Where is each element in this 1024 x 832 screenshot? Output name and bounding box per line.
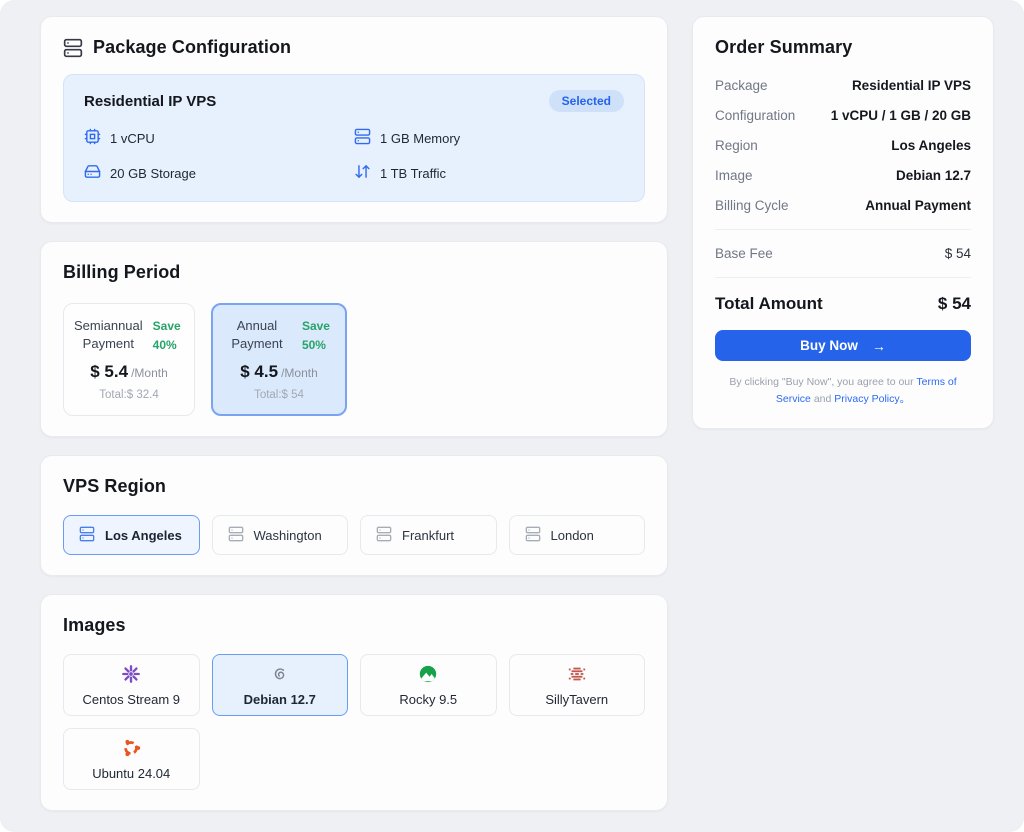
server-icon <box>63 38 83 58</box>
billing-option-semiannual[interactable]: Semiannual Payment Save 40% $ 5.4/Month … <box>63 303 195 416</box>
rocky-logo-icon <box>418 664 438 687</box>
billing-option-name: Annual Payment <box>222 317 292 353</box>
summary-label: Package <box>715 78 768 93</box>
server-icon <box>525 526 541 545</box>
images-card: Images Centos Stream 9 Debian 12.7 <box>40 594 668 811</box>
billing-total: Total:$ 54 <box>222 389 336 401</box>
summary-row-region: Region Los Angeles <box>715 138 971 153</box>
centos-logo-icon <box>121 664 141 687</box>
server-icon <box>228 526 244 545</box>
billing-save-badge: Save 50% <box>302 317 336 354</box>
spec-label: 1 TB Traffic <box>380 166 446 181</box>
region-button-frankfurt[interactable]: Frankfurt <box>360 515 497 555</box>
summary-value: Residential IP VPS <box>852 78 971 93</box>
base-fee-row: Base Fee $ 54 <box>715 246 971 261</box>
selected-badge: Selected <box>549 90 624 112</box>
terms-footnote: By clicking "Buy Now", you agree to our … <box>715 374 971 408</box>
image-label: Centos Stream 9 <box>82 692 180 707</box>
region-button-washington[interactable]: Washington <box>212 515 349 555</box>
vps-region-card: VPS Region Los Angeles Washington Frankf… <box>40 455 668 576</box>
privacy-policy-link[interactable]: Privacy Policy <box>834 393 899 405</box>
image-button-centos[interactable]: Centos Stream 9 <box>63 654 200 716</box>
region-label: London <box>551 528 594 543</box>
ubuntu-logo-icon <box>121 738 141 761</box>
image-button-ubuntu[interactable]: Ubuntu 24.04 <box>63 728 200 790</box>
summary-label: Billing Cycle <box>715 198 789 213</box>
billing-option-annual[interactable]: Annual Payment Save 50% $ 4.5/Month Tota… <box>211 303 347 416</box>
images-title: Images <box>63 615 645 636</box>
package-name: Residential IP VPS <box>84 93 216 110</box>
summary-value: 1 vCPU / 1 GB / 20 GB <box>831 108 971 123</box>
summary-label: Image <box>715 168 753 183</box>
order-summary-card: Order Summary Package Residential IP VPS… <box>692 16 994 429</box>
billing-price: $ 5.4/Month <box>74 362 184 382</box>
package-configuration-title: Package Configuration <box>93 37 291 58</box>
buy-now-button[interactable]: Buy Now → <box>715 330 971 361</box>
divider <box>715 229 971 230</box>
billing-period-title: Billing Period <box>63 262 645 283</box>
selected-package-card[interactable]: Residential IP VPS Selected 1 vCPU <box>63 74 645 202</box>
terms-and: and <box>814 393 832 405</box>
server-icon <box>79 526 95 545</box>
region-label: Frankfurt <box>402 528 454 543</box>
summary-row-package: Package Residential IP VPS <box>715 78 971 93</box>
spec-label: 1 vCPU <box>110 131 155 146</box>
image-button-rocky[interactable]: Rocky 9.5 <box>360 654 497 716</box>
divider <box>715 277 971 278</box>
summary-row-billing-cycle: Billing Cycle Annual Payment <box>715 198 971 213</box>
region-label: Washington <box>254 528 322 543</box>
storage-icon <box>84 163 101 183</box>
vps-region-title: VPS Region <box>63 476 645 497</box>
image-label: Rocky 9.5 <box>399 692 457 707</box>
spec-traffic: 1 TB Traffic <box>354 163 624 183</box>
arrow-right-icon: → <box>872 338 886 354</box>
image-label: Debian 12.7 <box>244 692 316 707</box>
spec-memory: 1 GB Memory <box>354 128 624 148</box>
buy-now-label: Buy Now <box>800 338 858 353</box>
billing-price: $ 4.5/Month <box>222 362 336 382</box>
server-icon <box>376 526 392 545</box>
total-amount-value: $ 54 <box>938 294 971 314</box>
region-button-los-angeles[interactable]: Los Angeles <box>63 515 200 555</box>
billing-total: Total:$ 32.4 <box>74 389 184 401</box>
summary-value: Debian 12.7 <box>896 168 971 183</box>
billing-save-badge: Save 40% <box>153 317 184 354</box>
summary-value: Annual Payment <box>865 198 971 213</box>
region-button-london[interactable]: London <box>509 515 646 555</box>
image-label: Ubuntu 24.04 <box>92 766 170 781</box>
spec-label: 20 GB Storage <box>110 166 196 181</box>
summary-row-image: Image Debian 12.7 <box>715 168 971 183</box>
spec-storage: 20 GB Storage <box>84 163 354 183</box>
package-configuration-card: Package Configuration Residential IP VPS… <box>40 16 668 223</box>
spec-cpu: 1 vCPU <box>84 128 354 148</box>
order-summary-title: Order Summary <box>715 37 971 58</box>
image-label: SillyTavern <box>545 692 608 707</box>
billing-option-name: Semiannual Payment <box>74 317 143 353</box>
billing-period-card: Billing Period Semiannual Payment Save 4… <box>40 241 668 437</box>
base-fee-value: $ 54 <box>945 246 971 261</box>
summary-value: Los Angeles <box>891 138 971 153</box>
summary-label: Region <box>715 138 758 153</box>
total-amount-label: Total Amount <box>715 294 823 314</box>
spec-label: 1 GB Memory <box>380 131 460 146</box>
summary-label: Configuration <box>715 108 795 123</box>
cpu-icon <box>84 128 101 148</box>
region-label: Los Angeles <box>105 528 182 543</box>
summary-row-configuration: Configuration 1 vCPU / 1 GB / 20 GB <box>715 108 971 123</box>
terms-text: By clicking "Buy Now", you agree to our <box>729 376 913 388</box>
sillytavern-logo-icon <box>567 664 587 687</box>
image-button-sillytavern[interactable]: SillyTavern <box>509 654 646 716</box>
base-fee-label: Base Fee <box>715 246 773 261</box>
image-button-debian[interactable]: Debian 12.7 <box>212 654 349 716</box>
traffic-icon <box>354 163 371 183</box>
total-amount-row: Total Amount $ 54 <box>715 294 971 314</box>
debian-logo-icon <box>270 664 290 687</box>
vps-order-page: Package Configuration Residential IP VPS… <box>0 0 1024 832</box>
terms-period: 。 <box>900 393 911 405</box>
memory-icon <box>354 128 371 148</box>
